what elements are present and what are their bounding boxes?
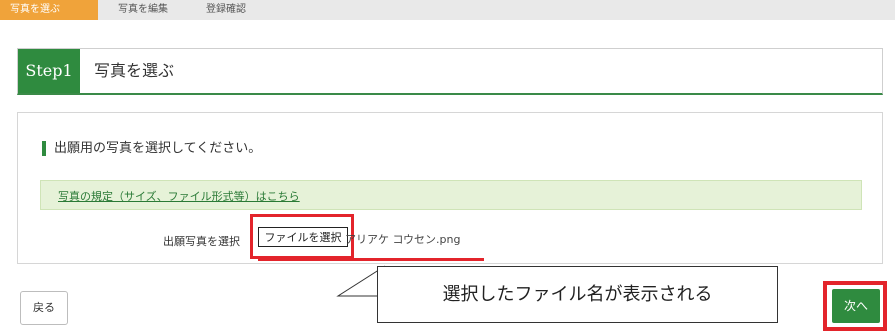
- step-label: 写真を選ぶ: [10, 4, 60, 15]
- step-edit-photo: 写真を編集: [108, 0, 208, 20]
- step-confirm: 登録確認: [196, 0, 276, 20]
- callout-text: 選択したファイル名が表示される: [442, 284, 713, 305]
- progress-steps: 写真を選ぶ 写真を編集 登録確認: [0, 0, 895, 20]
- callout-box: 選択したファイル名が表示される: [377, 266, 778, 323]
- photo-select-panel: 出願用の写真を選択してください。 写真の規定（サイズ、ファイル形式等）はこちら …: [17, 112, 883, 264]
- photo-rules-link[interactable]: 写真の規定（サイズ、ファイル形式等）はこちら: [58, 188, 300, 204]
- step-header: Step1 写真を選ぶ: [17, 48, 883, 95]
- instruction-text: 出願用の写真を選択してください。: [54, 141, 262, 156]
- step-label: 写真を編集: [118, 4, 168, 15]
- rules-banner: 写真の規定（サイズ、ファイル形式等）はこちら: [40, 180, 862, 210]
- step-number: Step1: [18, 49, 80, 93]
- next-button[interactable]: 次へ: [832, 289, 880, 323]
- file-select-label: 出願写真を選択: [163, 235, 240, 248]
- back-button[interactable]: 戻る: [20, 291, 68, 325]
- section-marker: [42, 141, 46, 156]
- page-title: 写真を選ぶ: [94, 61, 175, 80]
- step-label: 登録確認: [206, 4, 246, 15]
- step-select-photo: 写真を選ぶ: [0, 0, 108, 20]
